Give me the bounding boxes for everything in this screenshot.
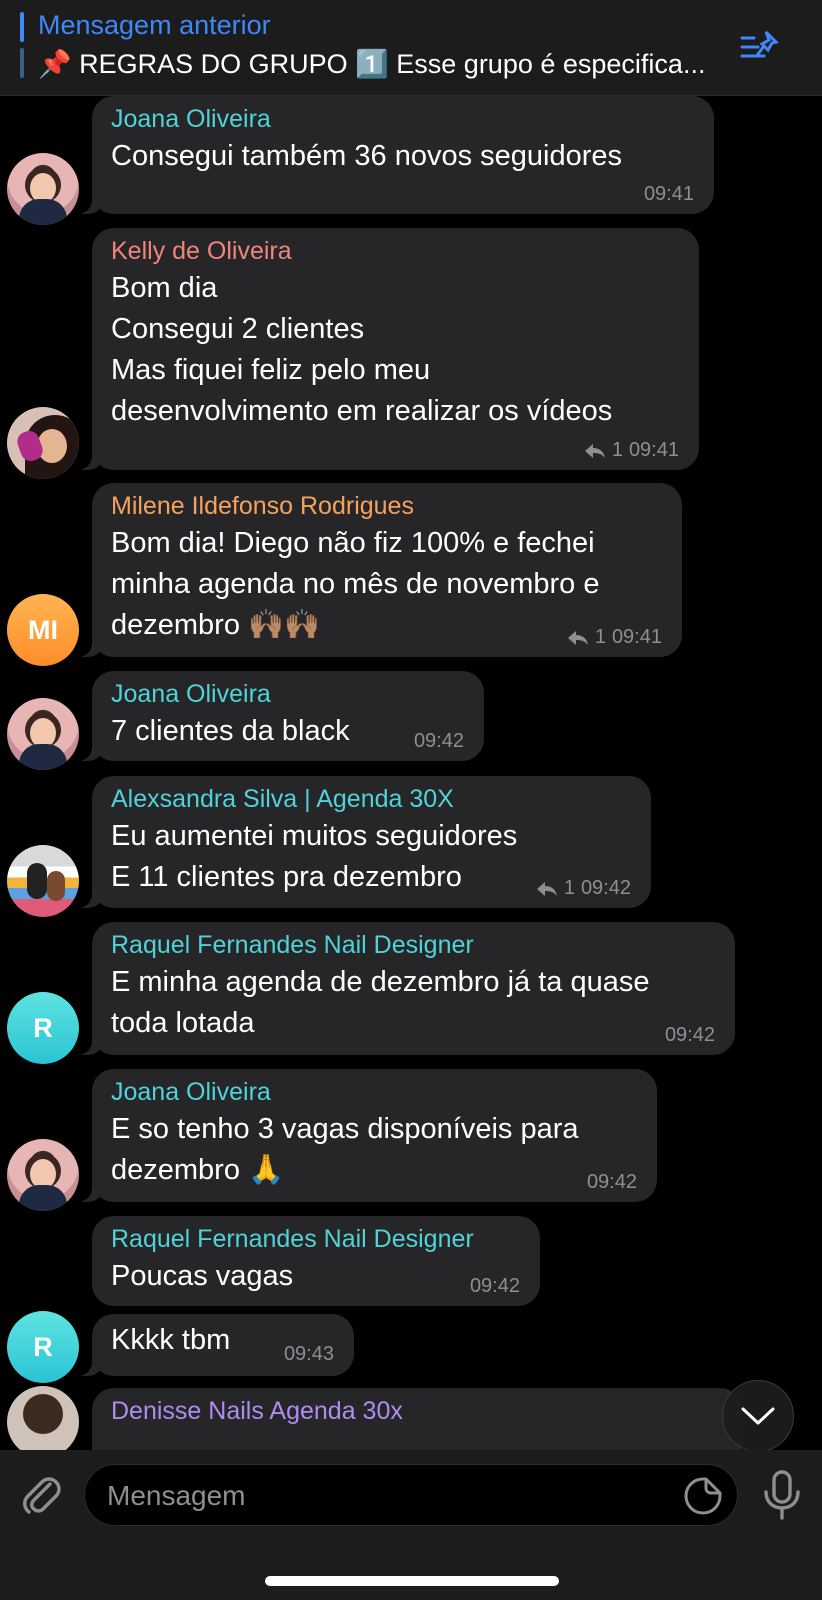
message-sender[interactable]: Denisse Nails Agenda 30x [111, 1396, 722, 1426]
bubble-tail [72, 741, 104, 761]
message-time: 09:42 [586, 1171, 637, 1193]
message-sender[interactable]: Joana Oliveira [111, 679, 464, 709]
avatar[interactable] [7, 698, 79, 770]
message-sender[interactable]: Joana Oliveira [111, 104, 694, 134]
chat-history[interactable]: Joana Oliveira Consegui também 36 novos … [0, 96, 822, 1450]
message-time: 09:41 [611, 626, 662, 648]
avatar[interactable] [7, 407, 79, 479]
composer-bar: Mensagem [0, 1450, 822, 1600]
message-bubble[interactable]: Milene Ildefonso Rodrigues Bom dia! Dieg… [72, 483, 682, 657]
avatar[interactable] [7, 1386, 79, 1450]
avatar[interactable] [7, 153, 79, 225]
message-bubble[interactable]: Kkkk tbm 09:43 [72, 1314, 354, 1376]
pinned-title: Mensagem anterior [38, 10, 271, 40]
message-time: 09:41 [628, 439, 679, 461]
message-sender[interactable]: Raquel Fernandes Nail Designer [111, 930, 715, 960]
sticker-icon[interactable] [683, 1476, 723, 1516]
message-text: E minha agenda de dezembro já ta quase t… [111, 966, 650, 1039]
pinned-indicator [20, 12, 24, 82]
avatar[interactable]: MI [7, 594, 79, 666]
message-time: 09:42 [413, 730, 464, 752]
pinned-message-bar[interactable]: Mensagem anterior 📌 REGRAS DO GRUPO 1️⃣ … [0, 0, 822, 96]
message-meta: 09:42 [470, 1275, 520, 1298]
message-meta: 1 09:41 [567, 626, 662, 649]
message-text: Bom dia Consegui 2 clientes Mas fiquei f… [111, 272, 613, 427]
avatar[interactable]: R [7, 1311, 79, 1383]
message-meta: 09:41 [644, 183, 694, 206]
message-time: 09:42 [664, 1024, 715, 1046]
message-time: 09:42 [580, 877, 631, 899]
message-bubble[interactable]: Kelly de Oliveira Bom dia Consegui 2 cli… [72, 228, 699, 470]
message-sender[interactable]: Kelly de Oliveira [111, 236, 679, 266]
reply-arrow-icon[interactable] [536, 880, 558, 898]
message-text: Poucas vagas [111, 1260, 294, 1292]
chevron-down-icon [741, 1407, 775, 1425]
message-input-placeholder: Mensagem [107, 1480, 246, 1511]
message-text: Consegui também 36 novos seguidores [111, 140, 623, 172]
message-sender[interactable]: Milene Ildefonso Rodrigues [111, 491, 662, 521]
bubble-tail [72, 1356, 104, 1376]
reply-count[interactable]: 1 [564, 877, 575, 900]
bubble-tail [72, 637, 104, 657]
message-meta: 09:42 [587, 1171, 637, 1194]
message-text: 7 clientes da black [111, 715, 350, 747]
message-meta: 09:43 [284, 1343, 334, 1366]
message-sender[interactable]: Alexsandra Silva | Agenda 30X [111, 784, 631, 814]
microphone-icon[interactable] [762, 1470, 802, 1522]
message-time: 09:42 [469, 1275, 520, 1297]
message-input[interactable]: Mensagem [84, 1464, 738, 1526]
message-bubble[interactable]: Raquel Fernandes Nail Designer Poucas va… [92, 1216, 540, 1306]
bubble-tail [72, 450, 104, 470]
bubble-tail [72, 194, 104, 214]
reply-count[interactable]: 1 [595, 626, 606, 649]
avatar[interactable] [7, 845, 79, 917]
avatar[interactable] [7, 1139, 79, 1211]
message-meta: 1 09:42 [536, 877, 631, 900]
message-bubble[interactable]: Raquel Fernandes Nail Designer E minha a… [72, 922, 735, 1055]
home-indicator[interactable] [265, 1576, 559, 1586]
scroll-down-button[interactable] [722, 1380, 794, 1452]
message-meta: 09:42 [414, 730, 464, 753]
bubble-tail [72, 888, 104, 908]
pinned-text: 📌 REGRAS DO GRUPO 1️⃣ Esse grupo é espec… [38, 49, 706, 79]
message-sender[interactable]: Joana Oliveira [111, 1077, 637, 1107]
message-bubble[interactable]: Joana Oliveira 7 clientes da black 09:42 [72, 671, 484, 761]
message-meta: 1 09:41 [584, 439, 679, 462]
message-bubble[interactable]: Alexsandra Silva | Agenda 30X Eu aumente… [72, 776, 651, 908]
pinned-list-icon[interactable] [740, 28, 780, 64]
bubble-tail [72, 1035, 104, 1055]
message-meta: 09:42 [665, 1024, 715, 1047]
message-text: E so tenho 3 vagas disponíveis para deze… [111, 1113, 579, 1186]
reply-arrow-icon[interactable] [567, 629, 589, 647]
reply-count[interactable]: 1 [612, 439, 623, 462]
reply-arrow-icon[interactable] [584, 442, 606, 460]
message-bubble[interactable]: Denisse Nails Agenda 30x [92, 1388, 742, 1450]
bubble-tail [72, 1182, 104, 1202]
avatar[interactable]: R [7, 992, 79, 1064]
message-time: 09:41 [643, 183, 694, 205]
message-time: 09:43 [283, 1343, 334, 1365]
message-sender[interactable]: Raquel Fernandes Nail Designer [111, 1224, 520, 1254]
message-bubble[interactable]: Joana Oliveira Consegui também 36 novos … [72, 96, 714, 214]
message-bubble[interactable]: Joana Oliveira E so tenho 3 vagas dispon… [72, 1069, 657, 1202]
paperclip-icon[interactable] [20, 1472, 64, 1518]
